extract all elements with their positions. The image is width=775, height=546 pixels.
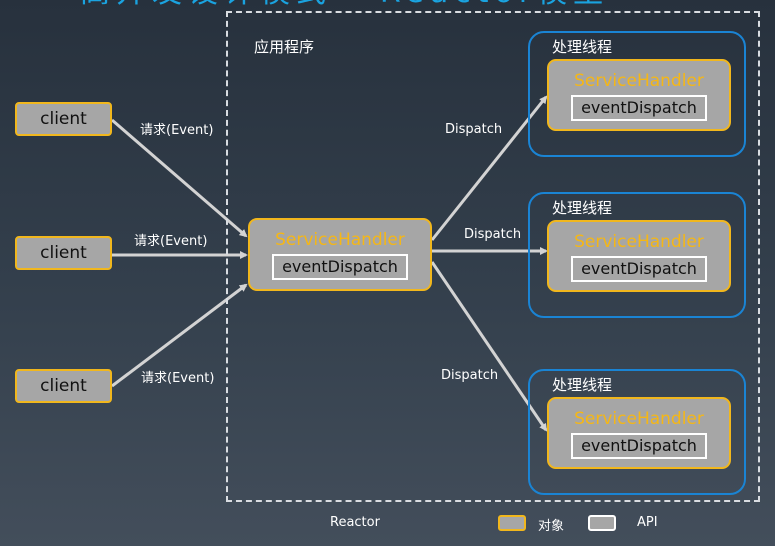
dispatch-label-1: Dispatch <box>445 122 503 137</box>
application-label: 应用程序 <box>254 38 315 56</box>
worker-thread-3-handler: ServiceHandler eventDispatch <box>547 397 731 469</box>
worker-thread-2-label: 处理线程 <box>552 199 613 217</box>
worker-thread-1-label: 处理线程 <box>552 38 613 56</box>
worker-thread-2-handler-name: ServiceHandler <box>574 232 704 252</box>
worker-thread-1-handler-name: ServiceHandler <box>574 71 704 91</box>
worker-thread-2-handler: ServiceHandler eventDispatch <box>547 220 731 292</box>
worker-thread-1-handler: ServiceHandler eventDispatch <box>547 59 731 131</box>
legend-object-label: 对象 <box>538 519 565 534</box>
center-service-handler: ServiceHandler eventDispatch <box>248 218 432 291</box>
worker-thread-3-handler-api: eventDispatch <box>571 433 707 459</box>
worker-thread-3-label: 处理线程 <box>552 376 613 394</box>
dispatch-label-3: Dispatch <box>441 368 499 383</box>
legend-object-swatch <box>498 515 526 531</box>
worker-thread-1-handler-api: eventDispatch <box>571 95 707 121</box>
legend-api-swatch <box>588 515 616 531</box>
legend-api-label: API <box>637 515 658 530</box>
dispatch-label-2: Dispatch <box>464 227 522 242</box>
worker-thread-2-handler-api: eventDispatch <box>571 256 707 282</box>
client-node-1: client <box>15 102 112 136</box>
request-label-1: 请求(Event) <box>140 123 214 138</box>
request-label-2: 请求(Event) <box>134 234 208 249</box>
request-label-3: 请求(Event) <box>141 371 215 386</box>
center-handler-name: ServiceHandler <box>275 230 405 250</box>
worker-thread-3-handler-name: ServiceHandler <box>574 409 704 429</box>
client-node-3: client <box>15 369 112 403</box>
center-handler-api: eventDispatch <box>272 254 408 280</box>
legend-reactor-label: Reactor <box>330 515 380 530</box>
client-node-2: client <box>15 236 112 270</box>
